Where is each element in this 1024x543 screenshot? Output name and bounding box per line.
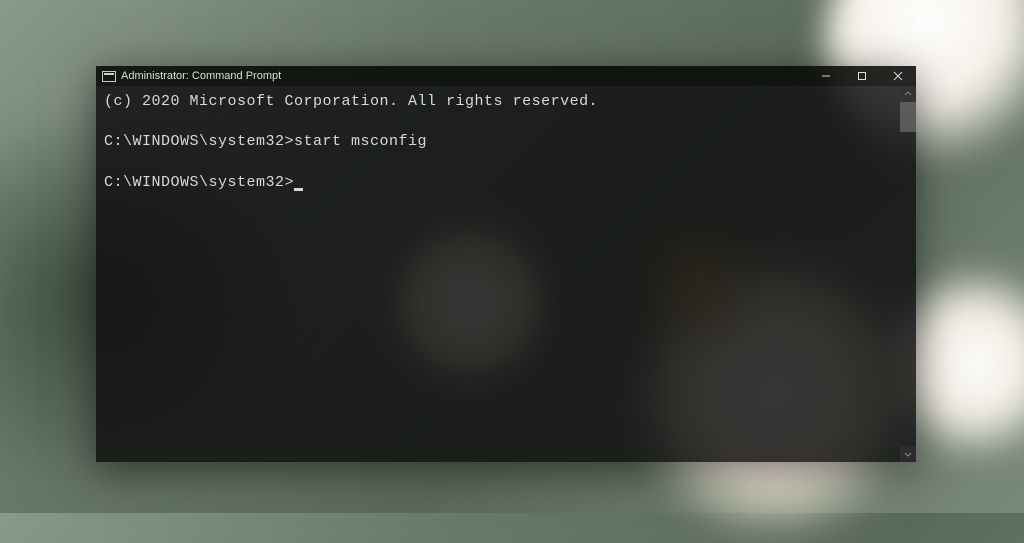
command-prompt-window: Administrator: Command Prompt (c) 2020 M… (96, 66, 916, 462)
scroll-thumb[interactable] (900, 102, 916, 132)
blank-line (104, 153, 908, 173)
command-line-2: C:\WINDOWS\system32> (104, 173, 908, 193)
blank-line (104, 112, 908, 132)
cursor (294, 188, 303, 191)
maximize-icon (857, 71, 867, 81)
maximize-button[interactable] (844, 66, 880, 86)
close-button[interactable] (880, 66, 916, 86)
terminal-body[interactable]: (c) 2020 Microsoft Corporation. All righ… (96, 86, 916, 462)
window-title: Administrator: Command Prompt (121, 70, 281, 82)
close-icon (893, 71, 903, 81)
chevron-up-icon (904, 90, 912, 98)
prompt-2: C:\WINDOWS\system32> (104, 173, 294, 193)
minimize-icon (821, 71, 831, 81)
copyright-line: (c) 2020 Microsoft Corporation. All righ… (104, 92, 908, 112)
minimize-button[interactable] (808, 66, 844, 86)
cmd-icon (102, 71, 116, 82)
command-input-1: start msconfig (294, 132, 427, 152)
scroll-down-button[interactable] (900, 446, 916, 462)
scroll-up-button[interactable] (900, 86, 916, 102)
command-line-1: C:\WINDOWS\system32>start msconfig (104, 132, 908, 152)
window-controls (808, 66, 916, 86)
scrollbar[interactable] (900, 86, 916, 462)
titlebar[interactable]: Administrator: Command Prompt (96, 66, 916, 86)
chevron-down-icon (904, 450, 912, 458)
titlebar-left: Administrator: Command Prompt (102, 70, 281, 82)
prompt-1: C:\WINDOWS\system32> (104, 132, 294, 152)
